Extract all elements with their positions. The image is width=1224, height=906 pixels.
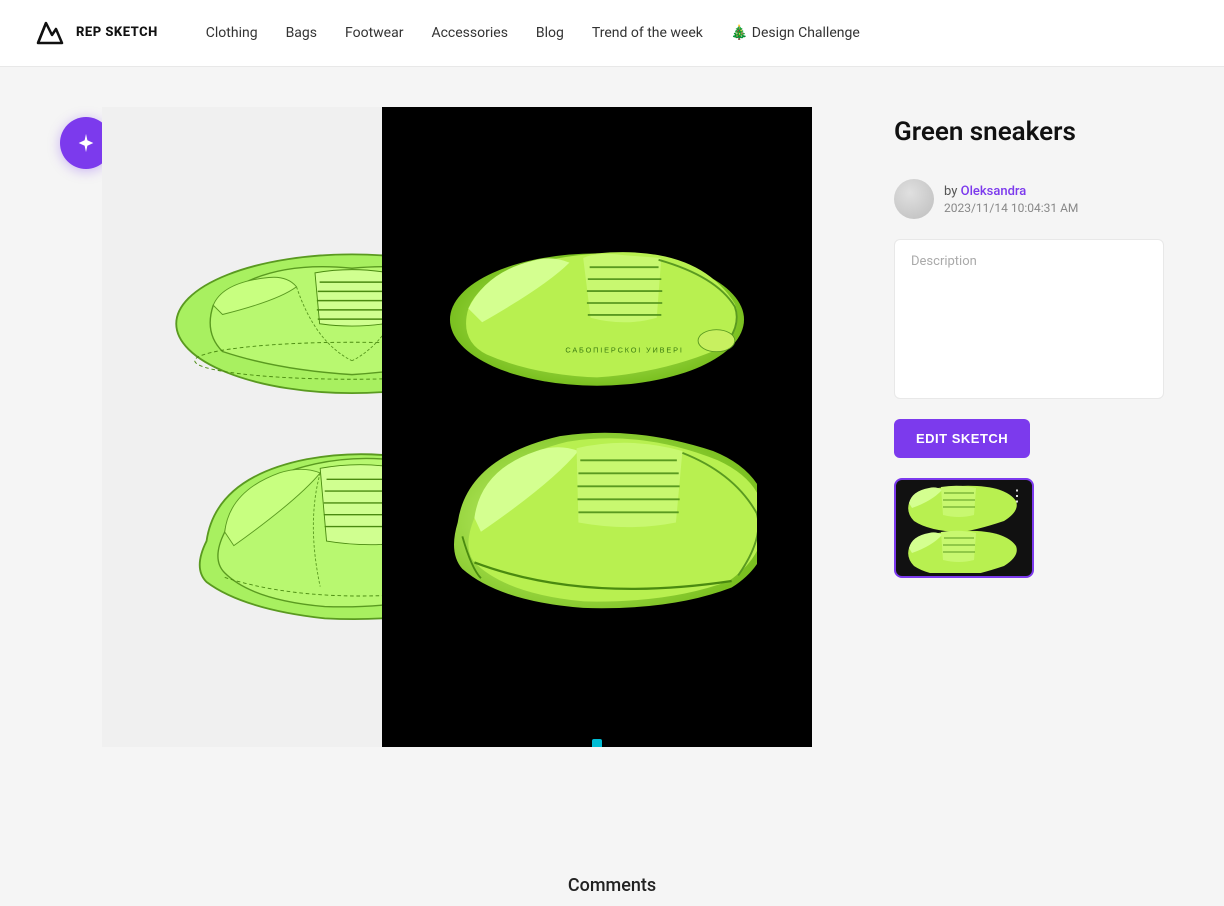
author-info: by Oleksandra 2023/11/14 10:04:31 AM xyxy=(944,184,1078,215)
nav-blog[interactable]: Blog xyxy=(536,25,564,41)
logo-icon xyxy=(32,15,68,51)
thumbnail-image xyxy=(904,483,1024,573)
comments-label: Comments xyxy=(568,875,656,896)
sparkle-icon xyxy=(75,132,97,154)
description-placeholder: Description xyxy=(911,254,977,269)
comparison-wrapper: САБОПІЕРСКОІ УИВЕРІ xyxy=(102,107,812,747)
sneaker-photo-bottom xyxy=(437,425,757,620)
nav-accessories[interactable]: Accessories xyxy=(431,25,507,41)
nav-footwear[interactable]: Footwear xyxy=(345,25,403,41)
nav-design-challenge[interactable]: 🎄 Design Challenge xyxy=(731,25,860,41)
svg-text:САБОПІЕРСКОІ УИВЕРІ: САБОПІЕРСКОІ УИВЕРІ xyxy=(565,345,683,354)
author-row: by Oleksandra 2023/11/14 10:04:31 AM xyxy=(894,179,1164,219)
description-box: Description xyxy=(894,239,1164,399)
product-title: Green sneakers xyxy=(894,117,1164,147)
author-date: 2023/11/14 10:04:31 AM xyxy=(944,201,1078,215)
sneaker-photo-top: САБОПІЕРСКОІ УИВЕРІ xyxy=(437,235,757,405)
edit-sketch-button[interactable]: EDIT SKETCH xyxy=(894,419,1030,458)
nav-clothing[interactable]: Clothing xyxy=(206,25,258,41)
sketch-area: САБОПІЕРСКОІ УИВЕРІ xyxy=(60,107,854,815)
teal-accent xyxy=(592,739,602,747)
nav-links: Clothing Bags Footwear Accessories Blog … xyxy=(206,25,1192,41)
thumbnail-box[interactable]: ⋮ xyxy=(894,478,1034,578)
author-by: by Oleksandra xyxy=(944,184,1078,199)
thumbnail-menu-icon[interactable]: ⋮ xyxy=(1009,486,1026,505)
nav-bags[interactable]: Bags xyxy=(286,25,317,41)
thumbnail-inner: ⋮ xyxy=(896,480,1032,576)
author-name-link[interactable]: Oleksandra xyxy=(961,184,1027,199)
right-panel: Green sneakers by Oleksandra 2023/11/14 … xyxy=(894,107,1164,815)
author-avatar xyxy=(894,179,934,219)
logo[interactable]: REP SKETCH xyxy=(32,15,158,51)
photo-side: САБОПІЕРСКОІ УИВЕРІ xyxy=(382,107,812,747)
main-content: САБОПІЕРСКОІ УИВЕРІ xyxy=(0,67,1224,855)
nav-trend[interactable]: Trend of the week xyxy=(592,25,703,41)
navbar: REP SKETCH Clothing Bags Footwear Access… xyxy=(0,0,1224,67)
logo-text: REP SKETCH xyxy=(76,25,158,41)
comments-section: Comments xyxy=(0,855,1224,906)
